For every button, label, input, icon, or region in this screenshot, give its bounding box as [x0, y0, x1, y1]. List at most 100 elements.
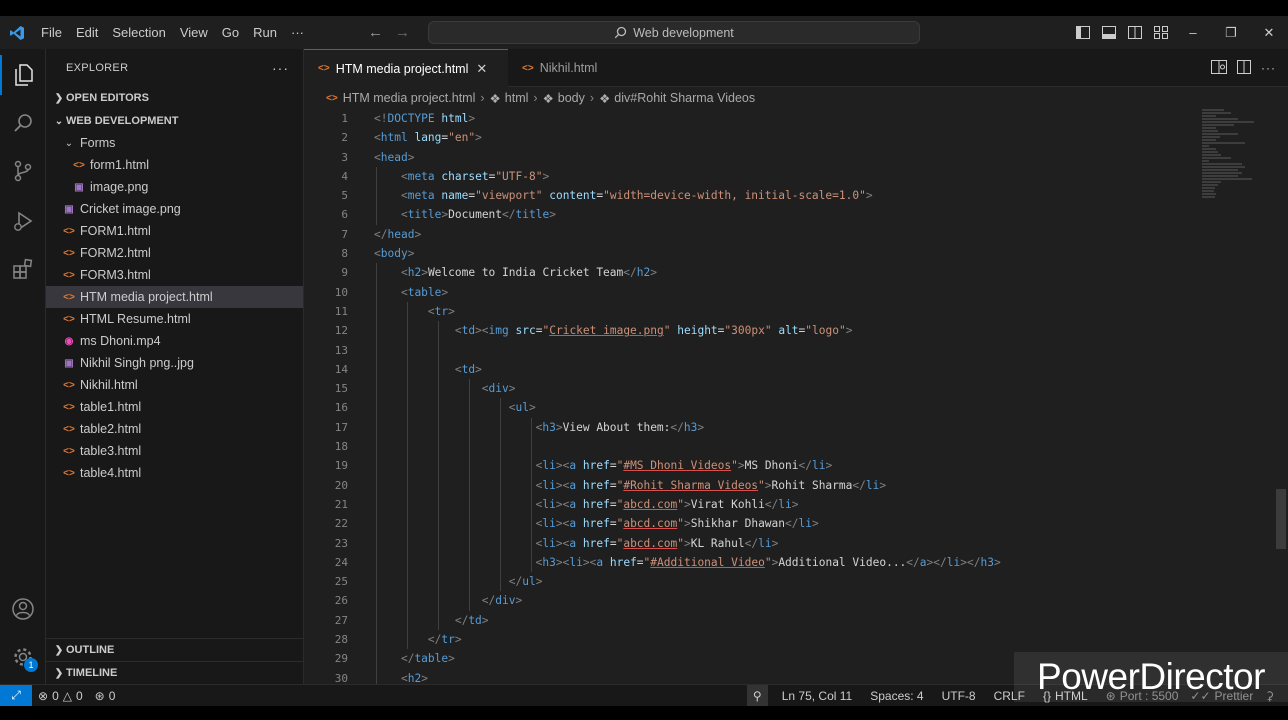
breadcrumb-html[interactable]: html [505, 91, 529, 105]
workspace-section[interactable]: ⌄ WEB DEVELOPMENT [46, 110, 303, 132]
menu-file[interactable]: File [34, 16, 69, 49]
file-item[interactable]: <> FORM1.html [46, 220, 303, 242]
menu-selection[interactable]: Selection [105, 16, 172, 49]
broadcast-icon: ⊛ [94, 688, 105, 703]
minimap-line [1202, 133, 1238, 135]
file-item[interactable]: <> HTML Resume.html [46, 308, 303, 330]
editor-scrollbar[interactable] [1274, 109, 1288, 684]
file-item[interactable]: ▣ Cricket image.png [46, 198, 303, 220]
file-item[interactable]: <> table3.html [46, 440, 303, 462]
breadcrumb-body[interactable]: body [558, 91, 585, 105]
menu-more[interactable]: ··· [284, 16, 311, 49]
code-line: <h3><li><a href="#Additional Video">Addi… [374, 552, 1194, 573]
ports-indicator[interactable]: ⊛ 0 [89, 689, 122, 703]
code-line: <li><a href="abcd.com">Shikhar Dhawan</l… [374, 514, 1194, 534]
problems-indicator[interactable]: ⊗ 0 △ 0 [32, 689, 89, 703]
accounts-icon[interactable] [0, 589, 46, 629]
powerdirector-watermark: PowerDirector [1014, 652, 1288, 702]
file-item[interactable]: <> HTM media project.html [46, 286, 303, 308]
cursor-position[interactable]: Ln 75, Col 11 [776, 689, 859, 703]
line-number: 13 [334, 343, 348, 357]
toggle-secondary-sidebar-icon[interactable] [1122, 16, 1148, 49]
minimap[interactable] [1202, 109, 1274, 229]
breadcrumb-file[interactable]: HTM media project.html [343, 91, 476, 105]
file-name: FORM3.html [80, 268, 151, 282]
search-view-icon[interactable] [0, 103, 46, 143]
back-arrow-icon[interactable]: ← [368, 24, 383, 41]
open-preview-icon[interactable] [1211, 59, 1227, 77]
more-actions-icon[interactable]: ··· [1261, 61, 1276, 75]
tab-htm-media-project[interactable]: <> HTM media project.html ✕ [304, 49, 508, 87]
explorer-more-icon[interactable]: ··· [272, 60, 289, 76]
search-label: Web development [633, 25, 734, 40]
html-file-icon: <> [63, 247, 75, 259]
line-number: 28 [334, 633, 348, 647]
code-line: <!DOCTYPE html> [374, 112, 476, 125]
line-number: 12 [334, 324, 348, 338]
file-item[interactable]: <> form1.html [46, 154, 303, 176]
menu-edit[interactable]: Edit [69, 16, 105, 49]
file-item[interactable]: <> table2.html [46, 418, 303, 440]
minimap-line [1202, 112, 1231, 114]
file-item[interactable]: <> table1.html [46, 396, 303, 418]
file-item[interactable]: <> table4.html [46, 462, 303, 484]
outline-section[interactable]: ❯ OUTLINE [46, 638, 304, 661]
code-line: <table> [374, 282, 1194, 302]
indentation[interactable]: Spaces: 4 [864, 689, 929, 703]
split-editor-icon[interactable] [1237, 59, 1251, 77]
file-item[interactable]: <> Nikhil.html [46, 374, 303, 396]
zoom-icon[interactable]: ⚲ [746, 685, 768, 707]
forward-arrow-icon[interactable]: → [395, 24, 410, 41]
search-icon [614, 26, 627, 39]
chevron-right-icon: ❯ [54, 92, 64, 104]
file-item[interactable]: <> FORM2.html [46, 242, 303, 264]
manage-gear-icon[interactable]: 1 [0, 637, 46, 677]
vscode-logo-icon [0, 16, 34, 49]
chevron-right-icon: › [533, 91, 538, 105]
file-item[interactable]: ▣ Nikhil Singh png..jpg [46, 352, 303, 374]
close-window-icon[interactable]: ✕ [1250, 16, 1288, 49]
file-name: Cricket image.png [80, 202, 181, 216]
line-number: 8 [341, 247, 348, 261]
timeline-section[interactable]: ❯ TIMELINE [46, 661, 304, 684]
minimap-line [1202, 118, 1238, 120]
source-control-icon[interactable] [0, 151, 46, 191]
toggle-primary-sidebar-icon[interactable] [1070, 16, 1096, 49]
tab-nikhil[interactable]: <> Nikhil.html [508, 49, 618, 87]
explorer-sidebar: EXPLORER ··· ❯ OPEN EDITORS ⌄ WEB DEVELO… [46, 49, 304, 684]
minimize-icon[interactable]: – [1174, 16, 1212, 49]
code-line: <td> [374, 359, 1194, 380]
customize-layout-icon[interactable] [1148, 16, 1174, 49]
error-icon: ⊗ [38, 688, 49, 703]
menu-go[interactable]: Go [215, 16, 246, 49]
encoding[interactable]: UTF-8 [936, 689, 982, 703]
file-item[interactable]: <> FORM3.html [46, 264, 303, 286]
remote-indicator-icon[interactable]: ⤢ [0, 684, 32, 707]
toggle-panel-icon[interactable] [1096, 16, 1122, 49]
scrollbar-thumb[interactable] [1276, 489, 1286, 549]
menu-run[interactable]: Run [246, 16, 284, 49]
line-number: 16 [334, 401, 348, 415]
html-file-icon: <> [63, 423, 75, 435]
breadcrumb-div[interactable]: div#Rohit Sharma Videos [614, 91, 755, 105]
code-area[interactable]: <!DOCTYPE html> <html lang="en"> <head> … [374, 109, 1194, 684]
file-item[interactable]: ◉ ms Dhoni.mp4 [46, 330, 303, 352]
code-line [374, 437, 1194, 457]
minimap-line [1202, 169, 1238, 171]
folder-forms[interactable]: ⌄ Forms [46, 132, 303, 154]
explorer-icon[interactable] [0, 55, 46, 95]
file-item[interactable]: ▣ image.png [46, 176, 303, 198]
file-name: table4.html [80, 466, 142, 480]
element-cube-icon: ❖ [599, 91, 611, 106]
close-tab-icon[interactable]: ✕ [476, 61, 487, 77]
open-editors-section[interactable]: ❯ OPEN EDITORS [46, 87, 303, 109]
extensions-icon[interactable] [0, 249, 46, 289]
command-center-search[interactable]: Web development [428, 21, 920, 44]
run-and-debug-icon[interactable] [0, 201, 46, 241]
code-editor[interactable]: 1 2 3 4 5 6 7 8 9 10 11 12 13 14 15 16 17 18 19 20 21 22 23 24 2… [304, 109, 1288, 684]
minimap-line [1202, 121, 1254, 123]
restore-icon[interactable]: ❐ [1212, 16, 1250, 49]
file-name: form1.html [90, 158, 150, 172]
menu-view[interactable]: View [173, 16, 215, 49]
line-number: 1 [341, 112, 348, 125]
